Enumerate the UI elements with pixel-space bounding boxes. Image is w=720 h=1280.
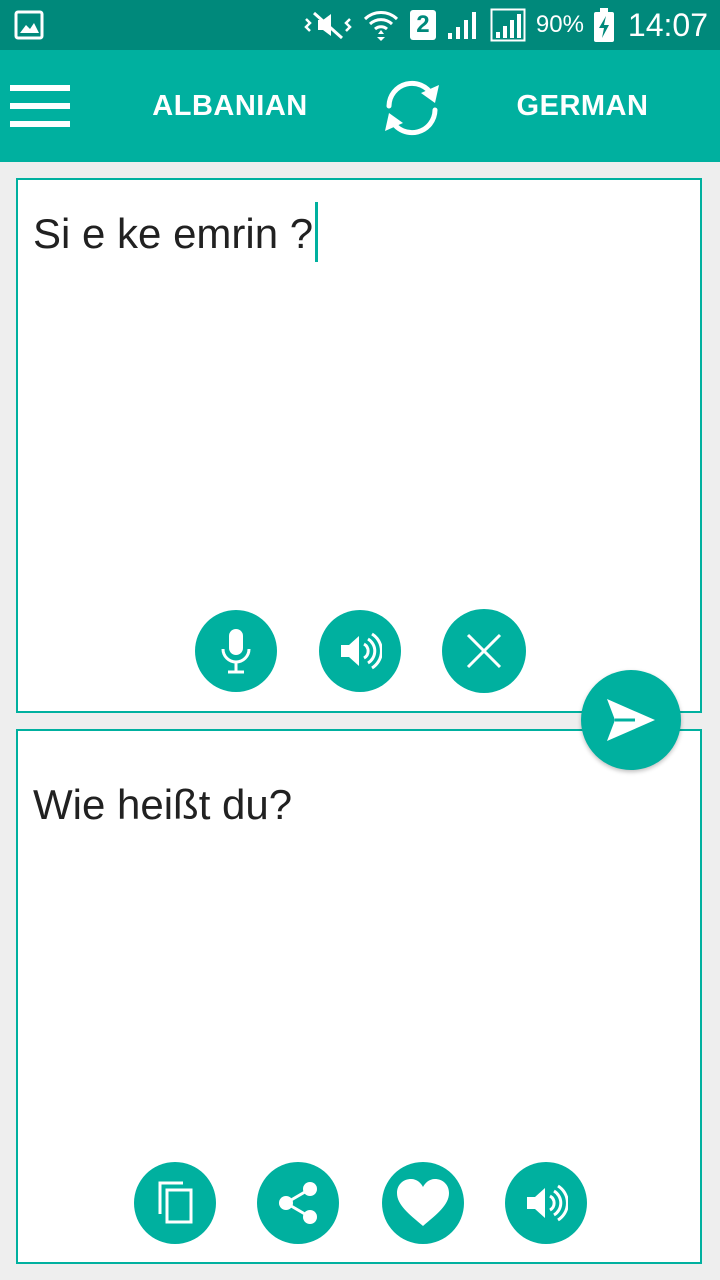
heart-icon: [397, 1179, 449, 1226]
microphone-button[interactable]: [195, 610, 277, 692]
copy-icon: [158, 1181, 193, 1224]
close-icon: [466, 633, 502, 669]
share-button[interactable]: [257, 1162, 339, 1244]
speaker-icon: [341, 632, 382, 670]
text-cursor: [315, 202, 319, 262]
app-bar: ALBANIAN GERMAN: [0, 50, 720, 162]
source-language-button[interactable]: ALBANIAN: [120, 50, 340, 162]
send-icon: [607, 699, 655, 741]
favorite-button[interactable]: [382, 1162, 464, 1244]
battery-percent: 90%: [535, 11, 584, 38]
translate-send-button[interactable]: [581, 670, 681, 770]
image-notification-icon: [14, 10, 44, 40]
sim-icon: 2: [409, 10, 436, 40]
clock: 14:07: [627, 6, 708, 43]
source-text-panel[interactable]: Si e ke emrin ?: [16, 178, 702, 713]
battery-charging-icon: [593, 8, 614, 42]
translation-panel: Wie heißt du?: [16, 729, 702, 1264]
speak-translation-button[interactable]: [505, 1162, 587, 1244]
microphone-icon: [221, 629, 251, 674]
swap-languages-icon[interactable]: [377, 73, 447, 143]
status-bar: 2 90% 14:07: [0, 0, 720, 50]
speaker-icon: [527, 1184, 568, 1222]
signal-icon-2: [490, 8, 526, 42]
copy-button[interactable]: [134, 1162, 216, 1244]
source-text-input[interactable]: Si e ke emrin ?: [33, 202, 319, 262]
share-icon: [279, 1182, 317, 1224]
translated-text: Wie heißt du?: [33, 781, 293, 828]
clear-text-button[interactable]: [442, 609, 526, 693]
menu-icon[interactable]: [10, 85, 70, 127]
wifi-icon: [363, 11, 398, 41]
status-icons: 2 90% 14:07: [304, 0, 708, 50]
signal-icon: [447, 12, 476, 39]
mute-vibrate-icon: [304, 11, 352, 40]
source-text: Si e ke emrin ?: [33, 210, 314, 257]
speak-source-button[interactable]: [319, 610, 401, 692]
target-language-button[interactable]: GERMAN: [470, 50, 695, 162]
